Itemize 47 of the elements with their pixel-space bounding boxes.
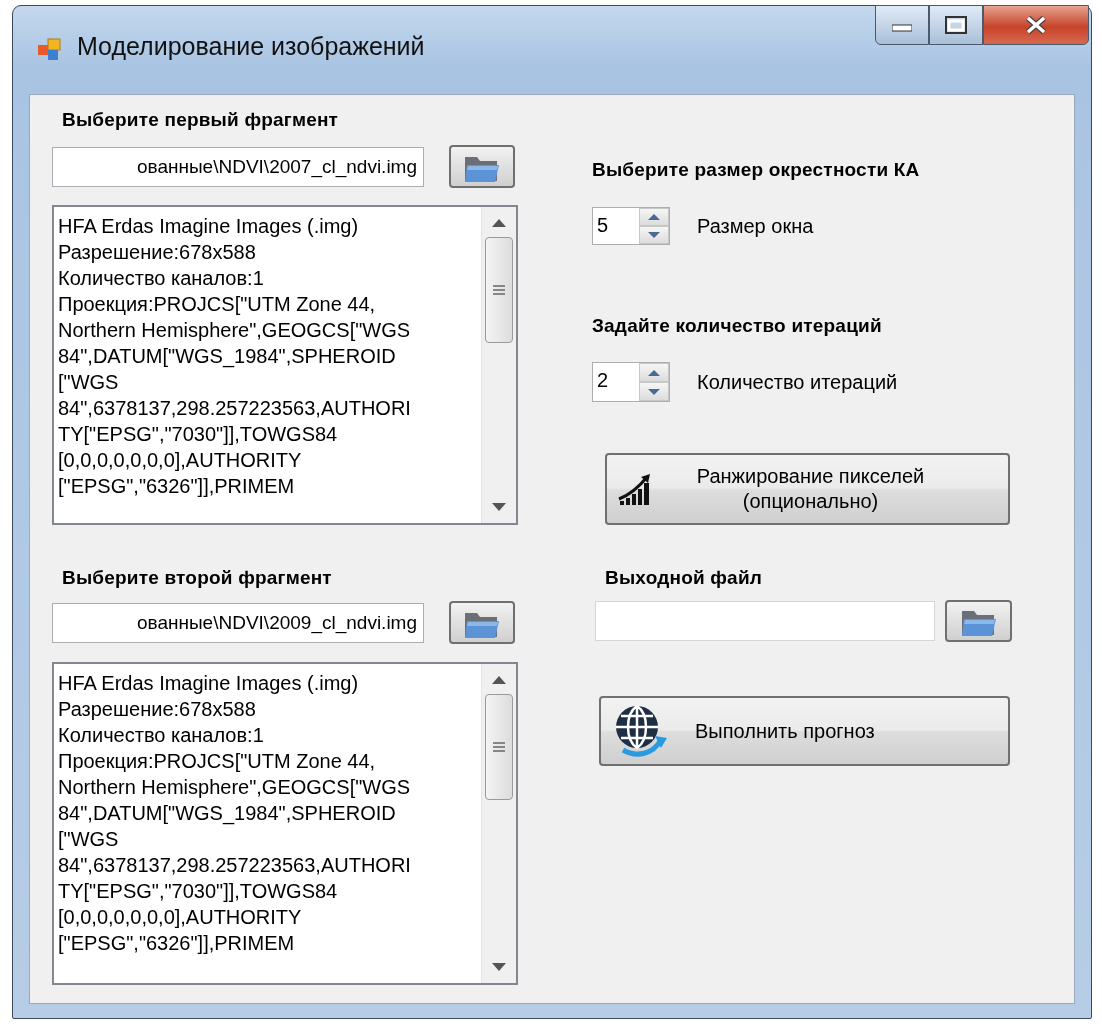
file-path-field[interactable]: ованные\NDVI\2007_cl_ndvi.img <box>52 146 424 187</box>
scrollbar[interactable] <box>481 664 516 983</box>
scroll-down-icon <box>492 963 506 973</box>
scrollbar-thumb[interactable] <box>485 237 513 343</box>
section-heading: Задайте количество итераций <box>592 314 883 338</box>
number-spinner[interactable]: 2 <box>592 362 670 402</box>
run-forecast-button[interactable]: Выполнить прогноз <box>599 696 1010 766</box>
app-icon <box>37 36 63 62</box>
scroll-down-icon <box>492 503 506 513</box>
chart-icon <box>617 471 653 507</box>
spin-down-button[interactable] <box>639 382 669 401</box>
scroll-up-icon <box>492 674 506 684</box>
maximize-icon <box>945 16 967 34</box>
down-arrow-icon <box>648 231 660 239</box>
field-label: Количество итераций <box>697 370 898 394</box>
output-file-field[interactable] <box>595 601 935 641</box>
spin-up-button[interactable] <box>639 208 669 226</box>
grip-icon <box>493 285 505 295</box>
rank-pixels-button[interactable]: Ранжирование пикселей (опционально) <box>605 453 1010 525</box>
file-info-text: HFA Erdas Imagine Images (.img) Разрешение:678x588 Количество каналов:1 Проекция:PROJCS["UTM Zone 44, Northern Hemisphere",GEOGCS["WGS 84",DATUM["WGS_1984",SPHEROID ["WGS 84",6378137,298.257223563,AUTHORI TY["EPSG","7030"]],TOWGS84 [0,0,0,0,0,0,0],AUTHORITY ["EPSG","6326"]],PRIMEM <box>57 214 412 499</box>
window-title: Моделирование изображений <box>77 32 425 61</box>
section-heading: Выберите первый фрагмент <box>62 108 340 132</box>
grip-icon <box>493 742 505 752</box>
browse-button[interactable] <box>449 145 515 188</box>
minimize-button[interactable] <box>875 5 929 45</box>
section-heading: Выходной файл <box>605 566 764 590</box>
spin-up-button[interactable] <box>639 363 669 382</box>
browse-button[interactable] <box>449 601 515 644</box>
up-arrow-icon <box>648 213 660 221</box>
down-arrow-icon <box>648 387 660 396</box>
maximize-button[interactable] <box>929 5 983 45</box>
browse-button[interactable] <box>945 600 1012 642</box>
info-textbox[interactable] <box>52 205 518 525</box>
close-button[interactable] <box>983 5 1089 45</box>
scrollbar-thumb[interactable] <box>485 694 513 800</box>
scroll-up-icon <box>492 217 506 227</box>
scrollbar[interactable] <box>481 207 516 523</box>
spin-down-button[interactable] <box>639 226 669 244</box>
section-heading: Выберите размер окрестности КА <box>592 158 921 182</box>
number-spinner[interactable]: 5 <box>592 207 670 245</box>
file-info-text: HFA Erdas Imagine Images (.img) Разрешение:678x588 Количество каналов:1 Проекция:PROJCS["UTM Zone 44, Northern Hemisphere",GEOGCS["WGS 84",DATUM["WGS_1984",SPHEROID ["WGS 84",6378137,298.257223563,AUTHORI TY["EPSG","7030"]],TOWGS84 [0,0,0,0,0,0,0],AUTHORITY ["EPSG","6326"]],PRIMEM <box>57 671 412 956</box>
file-path-field[interactable]: ованные\NDVI\2009_cl_ndvi.img <box>52 602 424 643</box>
info-textbox[interactable] <box>52 662 518 985</box>
close-icon <box>1025 15 1047 35</box>
field-label: Размер окна <box>697 214 814 238</box>
section-heading: Выберите второй фрагмент <box>62 566 333 590</box>
up-arrow-icon <box>648 368 660 377</box>
